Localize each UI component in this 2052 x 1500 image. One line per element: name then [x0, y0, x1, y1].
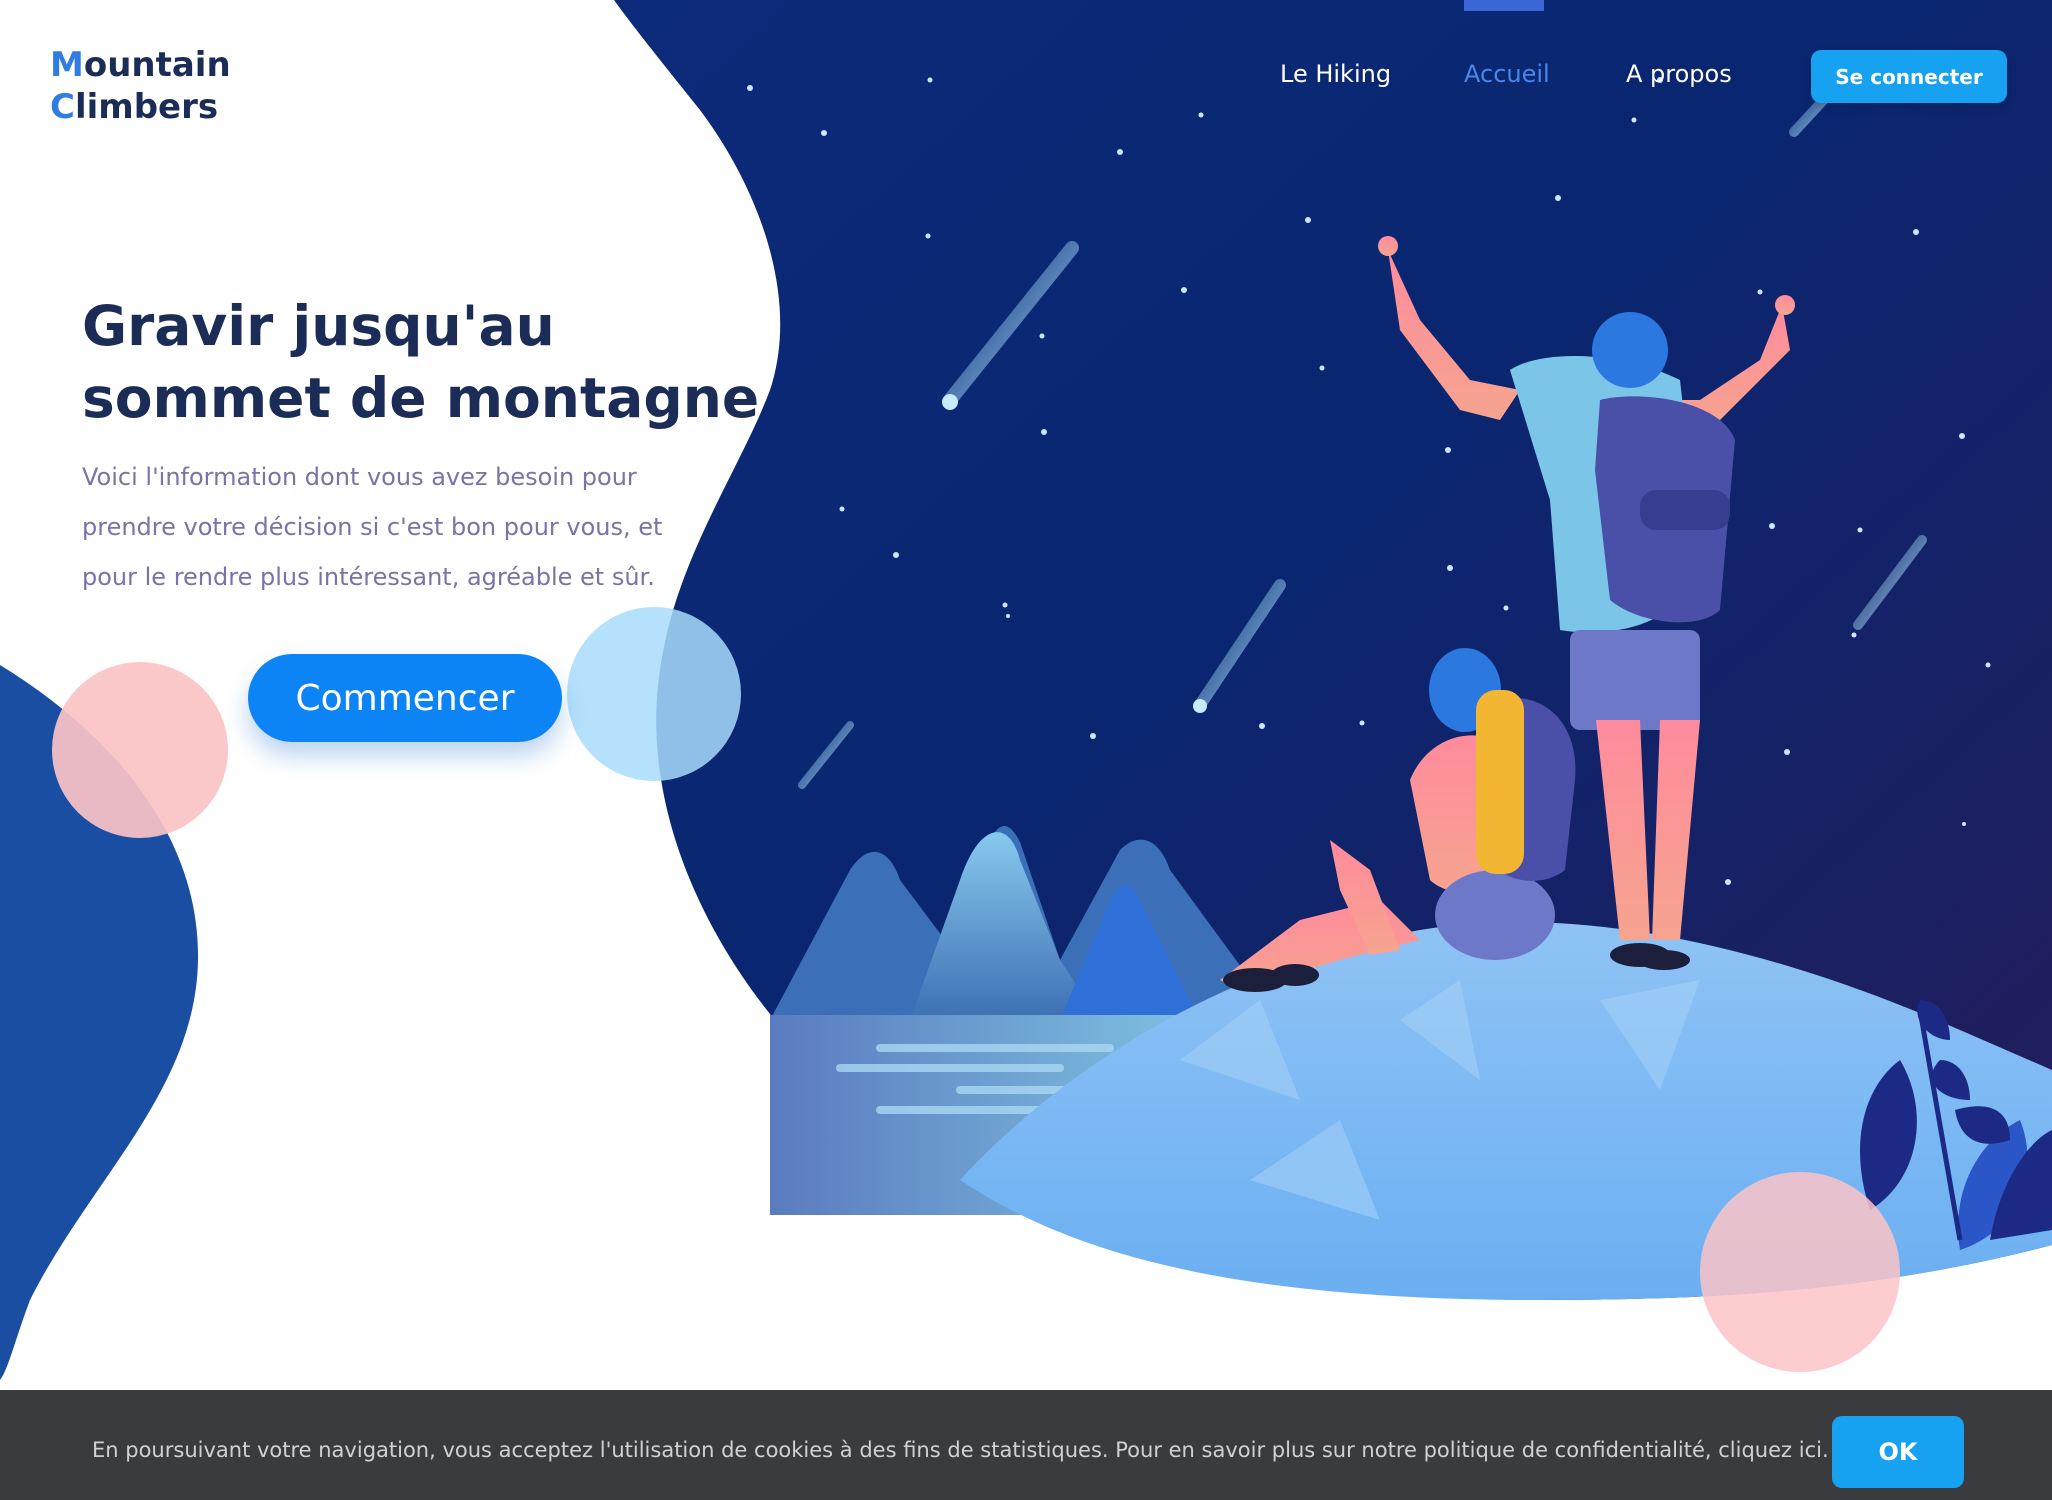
hero-title-line-1: Gravir jusqu'au: [82, 294, 555, 358]
nav-item-accueil[interactable]: Accueil: [1464, 60, 1550, 88]
main-nav: Le Hiking Accueil A propos Se connecter: [0, 0, 2052, 140]
pink-circle-left: [52, 662, 228, 838]
nav-item-le-hiking[interactable]: Le Hiking: [1280, 60, 1391, 88]
light-blue-circle: [567, 607, 741, 781]
login-button[interactable]: Se connecter: [1811, 50, 2007, 103]
start-button[interactable]: Commencer: [248, 654, 562, 742]
nav-item-a-propos[interactable]: A propos: [1626, 60, 1732, 88]
cookie-text: En poursuivant votre navigation, vous ac…: [92, 1438, 1829, 1462]
cookie-ok-button[interactable]: OK: [1832, 1416, 1964, 1488]
hero-title: Gravir jusqu'au sommet de montagne: [82, 290, 772, 434]
hero-title-line-2: sommet de montagne: [82, 366, 760, 430]
pink-circle-right: [1700, 1172, 1900, 1372]
nav-active-indicator: [1464, 0, 1544, 11]
hero-description: Voici l'information dont vous avez besoi…: [82, 463, 663, 591]
hero-illustration: [0, 0, 2052, 1380]
